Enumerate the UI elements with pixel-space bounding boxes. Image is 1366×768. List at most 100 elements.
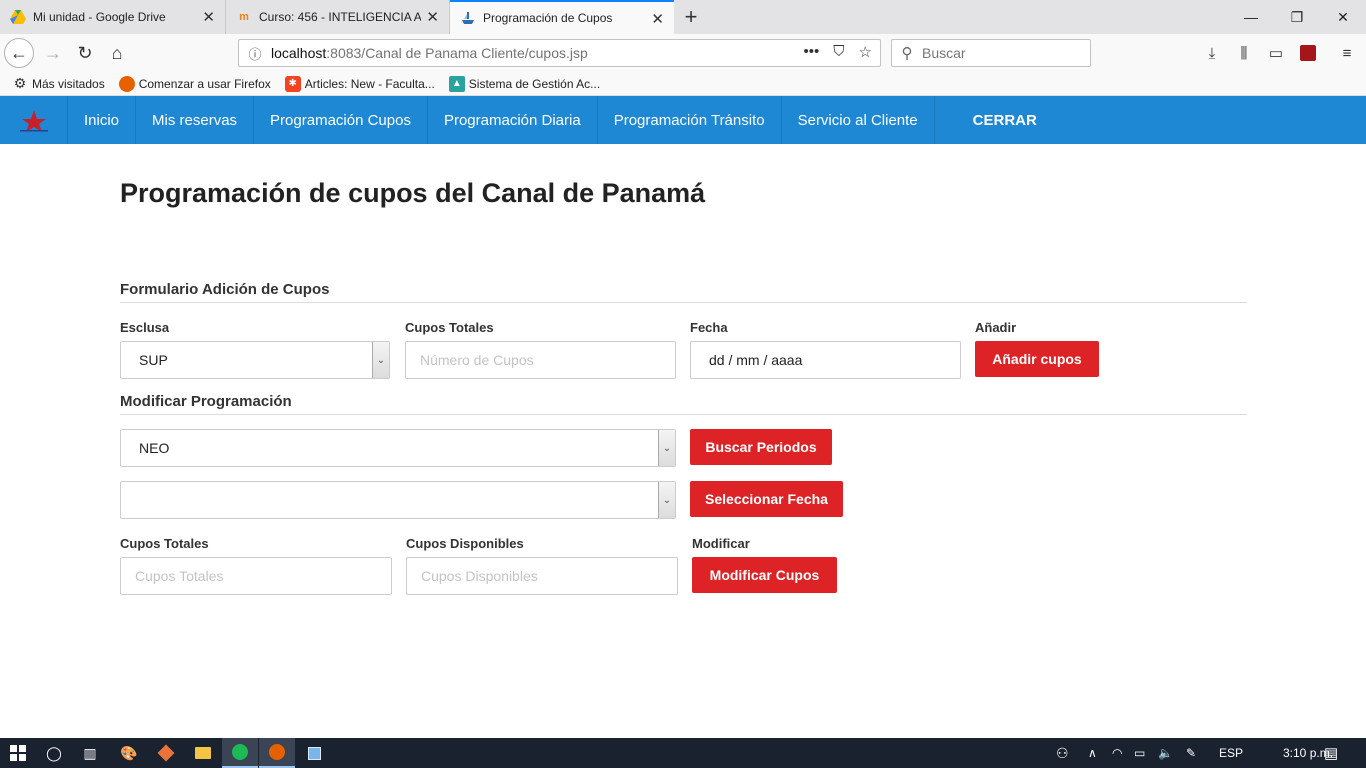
bookmark-label: Comenzar a usar Firefox	[138, 76, 271, 91]
people-icon[interactable]: ⚇	[1056, 738, 1069, 768]
wifi-icon[interactable]: ◠	[1112, 738, 1122, 768]
reload-icon[interactable]: ↻	[70, 38, 100, 68]
cupos-totales-label: Cupos Totales	[405, 320, 494, 335]
tab-curso[interactable]: m Curso: 456 - INTELIGENCIA ART ✕	[226, 0, 450, 34]
new-tab-icon[interactable]: +	[674, 0, 708, 34]
windows-start-icon[interactable]	[0, 738, 36, 768]
page-actions-icon[interactable]: •••	[804, 43, 820, 61]
tab-title: Mi unidad - Google Drive	[33, 10, 166, 24]
notifications-icon[interactable]: ▤	[1324, 738, 1338, 768]
modificar-label: Modificar	[692, 536, 750, 551]
bookmark-firefox[interactable]: Comenzar a usar Firefox	[118, 75, 271, 92]
gear-icon: ⚙	[13, 75, 27, 91]
logo-mark-icon	[19, 110, 48, 132]
cupos-disponibles-label: Cupos Disponibles	[406, 536, 524, 551]
cupos-disponibles-input[interactable]: Cupos Disponibles	[406, 557, 678, 595]
esclusa-label: Esclusa	[120, 320, 170, 335]
section-divider	[120, 302, 1247, 303]
search-circle-icon[interactable]: ◯	[36, 738, 72, 768]
joomla-icon: ✱	[284, 75, 301, 92]
menu-icon[interactable]: ≡	[1337, 43, 1357, 63]
download-icon[interactable]: ⤓	[1202, 43, 1222, 63]
add-form-heading: Formulario Adición de Cupos	[120, 281, 330, 298]
firefox-taskbar-icon[interactable]	[259, 738, 295, 768]
chevron-down-icon[interactable]: ⌄	[372, 342, 389, 378]
esclusa-selected-value: SUP	[139, 352, 168, 368]
esclusa-modify-value: NEO	[139, 440, 170, 456]
extension-icon[interactable]	[1298, 43, 1318, 63]
tab-programacion-cupos[interactable]: Programación de Cupos ✕	[450, 0, 674, 34]
close-window-icon[interactable]: ✕	[1320, 0, 1366, 34]
git-app-icon[interactable]	[148, 738, 184, 768]
minimize-icon[interactable]: —	[1228, 0, 1274, 34]
bookmark-label: Más visitados	[32, 76, 105, 91]
nav-programacion-diaria[interactable]: Programación Diaria	[428, 96, 598, 144]
windows-taskbar: ◯ ▥ 🎨 ⚇ ∧ ◠ ▭ 🔈 ✎ ESP 3:10 p.m. ▤	[0, 738, 1366, 768]
cupos-totales-placeholder: Número de Cupos	[420, 352, 534, 368]
anadir-cupos-button[interactable]: Añadir cupos	[975, 341, 1099, 377]
bookmark-articles[interactable]: ✱ Articles: New - Faculta...	[284, 75, 435, 92]
periodo-select[interactable]: ⌄	[120, 481, 676, 519]
app-navigation-bar: Inicio Mis reservas Programación Cupos P…	[0, 96, 1366, 144]
modify-form-heading: Modificar Programación	[120, 393, 292, 410]
close-tab-icon[interactable]: ✕	[426, 8, 439, 26]
nav-programacion-cupos[interactable]: Programación Cupos	[254, 96, 428, 144]
nav-mis-reservas[interactable]: Mis reservas	[136, 96, 255, 144]
battery-icon[interactable]: ▭	[1134, 738, 1145, 768]
pen-icon[interactable]: ✎	[1186, 738, 1196, 768]
pocket-icon[interactable]: ⛉	[833, 43, 844, 61]
browser-tab-bar: Mi unidad - Google Drive ✕ m Curso: 456 …	[0, 0, 1366, 34]
tab-google-drive[interactable]: Mi unidad - Google Drive ✕	[0, 0, 226, 34]
nav-inicio[interactable]: Inicio	[68, 96, 137, 144]
cupos-totales-mod-input[interactable]: Cupos Totales	[120, 557, 392, 595]
esclusa-select[interactable]: SUP ⌄	[120, 341, 390, 379]
cupos-disponibles-placeholder: Cupos Disponibles	[421, 568, 538, 584]
chevron-down-icon[interactable]: ⌄	[658, 482, 675, 518]
spotify-icon[interactable]	[222, 738, 258, 768]
fecha-date-input[interactable]: dd / mm / aaaa	[690, 341, 961, 379]
close-tab-icon[interactable]: ✕	[202, 8, 215, 26]
bookmark-mas-visitados[interactable]: ⚙ Más visitados	[12, 75, 105, 92]
task-view-icon[interactable]: ▥	[72, 738, 108, 768]
url-host: localhost	[271, 45, 327, 61]
nav-cerrar[interactable]: CERRAR	[935, 96, 1053, 144]
close-tab-icon[interactable]: ✕	[651, 10, 664, 28]
file-explorer-icon[interactable]	[185, 738, 221, 768]
bookmark-star-icon[interactable]: ☆	[859, 43, 872, 61]
bookmark-label: Articles: New - Faculta...	[304, 76, 435, 91]
cupos-totales-input[interactable]: Número de Cupos	[405, 341, 676, 379]
virtualbox-icon[interactable]	[296, 738, 332, 768]
sidebar-icon[interactable]: ▭	[1266, 43, 1286, 63]
library-icon[interactable]: ⫼	[1234, 43, 1254, 63]
nav-programacion-transito[interactable]: Programación Tránsito	[598, 96, 782, 144]
paint-app-icon[interactable]: 🎨	[111, 738, 147, 768]
fecha-label: Fecha	[690, 320, 728, 335]
site-info-icon[interactable]: ⓘ	[239, 44, 271, 63]
search-icon: ⚲	[901, 45, 913, 62]
back-icon[interactable]: ←	[4, 38, 34, 68]
search-placeholder: Buscar	[922, 45, 966, 61]
restore-icon[interactable]: ❐	[1274, 0, 1320, 34]
section-divider	[120, 414, 1247, 415]
show-hidden-icons[interactable]: ∧	[1088, 738, 1097, 768]
bookmark-sistema-gestion[interactable]: ▲ Sistema de Gestión Ac...	[448, 75, 600, 92]
buscar-periodos-button[interactable]: Buscar Periodos	[690, 429, 832, 465]
page-title: Programación de cupos del Canal de Panam…	[120, 178, 706, 208]
language-indicator[interactable]: ESP	[1219, 738, 1243, 768]
chevron-down-icon[interactable]: ⌄	[658, 430, 675, 466]
anadir-label: Añadir	[975, 320, 1017, 335]
modificar-cupos-button[interactable]: Modificar Cupos	[692, 557, 837, 593]
esclusa-modify-select[interactable]: NEO ⌄	[120, 429, 676, 467]
nav-servicio-cliente[interactable]: Servicio al Cliente	[782, 96, 935, 144]
bookmarks-bar: ⚙ Más visitados Comenzar a usar Firefox …	[0, 72, 1366, 96]
url-bar[interactable]: ⓘ localhost:8083/Canal de Panama Cliente…	[238, 39, 881, 67]
browser-navigation-bar: ← → ↻ ⌂ ⓘ localhost:8083/Canal de Panama…	[0, 34, 1366, 72]
tab-title: Curso: 456 - INTELIGENCIA ART	[259, 10, 421, 24]
seleccionar-fecha-button[interactable]: Seleccionar Fecha	[690, 481, 843, 517]
volume-icon[interactable]: 🔈	[1158, 738, 1173, 768]
forward-icon[interactable]: →	[38, 38, 68, 68]
academic-icon: ▲	[448, 75, 465, 92]
canal-panama-logo[interactable]	[0, 96, 68, 144]
home-icon[interactable]: ⌂	[102, 38, 132, 68]
search-input[interactable]: ⚲ Buscar	[891, 39, 1091, 67]
